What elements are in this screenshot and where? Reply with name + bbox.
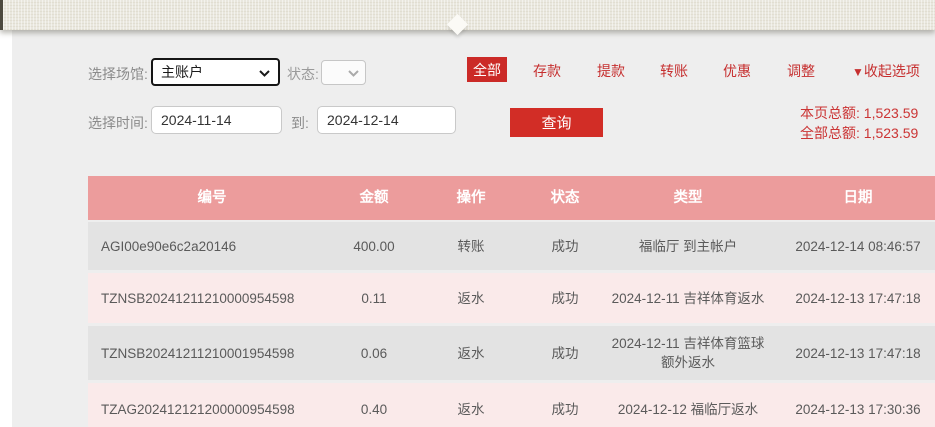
header-type: 类型 bbox=[673, 189, 703, 206]
to-label: 到: bbox=[291, 115, 309, 131]
cell-status: 成功 bbox=[551, 401, 579, 417]
cell-amount: 0.40 bbox=[360, 401, 388, 417]
header-status: 状态 bbox=[550, 189, 580, 206]
search-button[interactable]: 查询 bbox=[510, 108, 603, 137]
cell-operation: 返水 bbox=[457, 345, 485, 361]
cell-date: 2024-12-13 17:47:18 bbox=[795, 345, 921, 361]
tab-promo[interactable]: 优惠 bbox=[723, 61, 751, 81]
transactions-table: 编号 金额 操作 状态 类型 日期 AGI00e90e6c2a20146 400… bbox=[88, 176, 935, 427]
page-total: 本页总额: 1,523.59 bbox=[800, 105, 919, 121]
venue-select[interactable]: 主账户 bbox=[151, 58, 280, 86]
cell-amount: 0.11 bbox=[361, 290, 387, 306]
chevron-down-icon bbox=[348, 64, 359, 82]
collapse-options-button[interactable]: ▼收起选项 bbox=[852, 61, 920, 81]
cell-type: 2024-12-11 吉祥体育篮球额外返水 bbox=[611, 336, 765, 370]
cell-date: 2024-12-13 17:47:18 bbox=[795, 290, 921, 306]
cell-type: 2024-12-12 福临厅返水 bbox=[617, 401, 759, 417]
table-row: TZNSB20241211210000954598 0.11 返水 成功 202… bbox=[88, 273, 935, 323]
cell-type: 福临厅 到主帐户 bbox=[638, 238, 738, 254]
cell-operation: 返水 bbox=[457, 290, 485, 306]
venue-select-value: 主账户 bbox=[161, 64, 203, 80]
cell-id: TZAG202412121200000954598 bbox=[101, 401, 295, 417]
cell-operation: 返水 bbox=[457, 401, 485, 417]
cell-status: 成功 bbox=[551, 290, 579, 306]
all-total: 全部总额: 1,523.59 bbox=[800, 125, 919, 141]
cell-status: 成功 bbox=[551, 345, 579, 361]
date-from-input[interactable] bbox=[151, 106, 282, 134]
triangle-down-icon: ▼ bbox=[852, 65, 864, 79]
venue-label: 选择场馆: bbox=[88, 66, 148, 82]
status-label: 状态: bbox=[287, 66, 319, 82]
cell-id: TZNSB20241211210000954598 bbox=[101, 290, 295, 306]
cell-date: 2024-12-14 08:46:57 bbox=[795, 238, 921, 254]
cell-amount: 400.00 bbox=[353, 238, 395, 254]
chevron-down-icon bbox=[259, 64, 270, 80]
table-row: TZNSB20241211210001954598 0.06 返水 成功 202… bbox=[88, 326, 935, 380]
tab-transfer[interactable]: 转账 bbox=[660, 61, 688, 81]
cell-id: AGI00e90e6c2a20146 bbox=[101, 238, 237, 254]
header-date: 日期 bbox=[843, 189, 873, 206]
tab-adjust[interactable]: 调整 bbox=[787, 61, 815, 81]
cell-type: 2024-12-11 吉祥体育返水 bbox=[611, 290, 765, 306]
cell-operation: 转账 bbox=[457, 238, 485, 254]
tab-withdraw[interactable]: 提款 bbox=[597, 61, 625, 81]
cell-date: 2024-12-13 17:30:36 bbox=[795, 401, 921, 417]
tab-all[interactable]: 全部 bbox=[467, 57, 507, 82]
header-amount: 金额 bbox=[359, 189, 389, 206]
time-range-label: 选择时间: bbox=[88, 115, 148, 131]
top-texture-bar bbox=[0, 0, 935, 30]
collapse-options-label: 收起选项 bbox=[863, 63, 920, 79]
cell-id: TZNSB20241211210001954598 bbox=[101, 345, 295, 361]
tab-deposit[interactable]: 存款 bbox=[533, 61, 561, 81]
header-operation: 操作 bbox=[456, 189, 486, 206]
cell-status: 成功 bbox=[551, 238, 579, 254]
totals-summary: 本页总额: 1,523.59 全部总额: 1,523.59 bbox=[800, 103, 918, 143]
date-to-input[interactable] bbox=[317, 106, 456, 134]
table-row: AGI00e90e6c2a20146 400.00 转账 成功 福临厅 到主帐户… bbox=[88, 222, 935, 270]
table-row: TZAG202412121200000954598 0.40 返水 成功 202… bbox=[88, 383, 935, 427]
table-header-row: 编号 金额 操作 状态 类型 日期 bbox=[88, 176, 935, 220]
transaction-history-page: 选择场馆: 主账户 状态: 全部 存款 提款 转账 优惠 调整 ▼收起选项 选择… bbox=[0, 0, 935, 427]
cell-amount: 0.06 bbox=[360, 345, 388, 361]
header-id: 编号 bbox=[197, 189, 227, 206]
status-select[interactable] bbox=[321, 60, 366, 85]
